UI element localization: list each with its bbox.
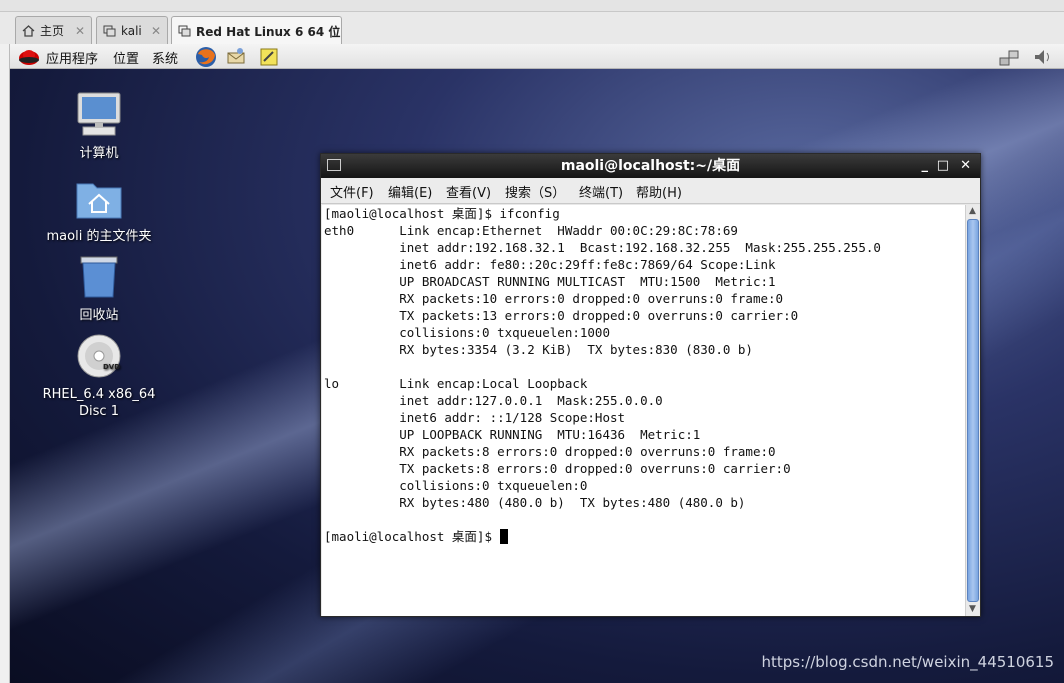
watermark: https://blog.csdn.net/weixin_44510615 <box>761 653 1054 671</box>
menu-places[interactable]: 位置 <box>113 48 139 67</box>
host-tab-bar: 主页 ✕ kali ✕ Red Hat Linux 6 64 位 <box>0 12 1064 45</box>
menu-terminal[interactable]: 终端(T) <box>579 182 623 201</box>
close-icon[interactable]: ✕ <box>75 24 85 38</box>
trash-icon <box>80 256 118 298</box>
desktop-icon-dvd[interactable]: DVD RHEL_6.4 x86_64 Disc 1 <box>39 332 159 420</box>
terminal-title: maoli@localhost:~/桌面 <box>560 158 741 174</box>
home-icon <box>22 24 35 37</box>
text-cursor <box>499 529 508 544</box>
menu-search[interactable]: 搜索（S） <box>505 182 565 201</box>
close-icon[interactable]: ✕ <box>151 24 161 38</box>
terminal-scrollbar[interactable]: ▲ ▼ <box>965 205 979 616</box>
firefox-icon[interactable] <box>195 46 217 68</box>
terminal-prompt: [maoli@localhost 桌面]$ <box>324 529 500 544</box>
terminal-window[interactable]: maoli@localhost:~/桌面 _ □ ✕ 文件(F) 编辑(E) 查… <box>320 153 981 617</box>
dvd-icon: DVD <box>77 334 121 378</box>
maximize-icon[interactable]: □ <box>937 154 949 178</box>
notes-icon[interactable] <box>258 46 280 68</box>
terminal-titlebar[interactable]: maoli@localhost:~/桌面 _ □ ✕ <box>321 154 980 178</box>
desktop-icon-label: 回收站 <box>79 308 119 323</box>
menu-applications[interactable]: 应用程序 <box>46 48 98 67</box>
terminal-output-area[interactable]: [maoli@localhost 桌面]$ ifconfig eth0 Link… <box>322 205 965 616</box>
menu-edit[interactable]: 编辑(E) <box>388 182 432 201</box>
menu-system[interactable]: 系统 <box>152 48 178 67</box>
close-icon[interactable]: ✕ <box>960 154 971 178</box>
tab-label: Red Hat Linux 6 64 位 <box>196 24 341 39</box>
desktop-icon-label: 计算机 <box>79 146 119 161</box>
vm-icon <box>103 25 116 36</box>
desktop-icon-trash[interactable]: 回收站 <box>39 253 159 324</box>
host-toolbar-strip <box>0 0 1064 12</box>
svg-text:DVD: DVD <box>103 363 120 371</box>
mail-icon[interactable] <box>225 46 247 68</box>
minimize-icon[interactable]: _ <box>922 154 929 178</box>
host-sidebar-edge <box>0 44 10 683</box>
volume-icon[interactable] <box>1032 46 1054 68</box>
terminal-output: [maoli@localhost 桌面]$ ifconfig eth0 Link… <box>324 206 881 510</box>
tab-label: 主页 <box>40 24 65 38</box>
menu-file[interactable]: 文件(F) <box>330 182 374 201</box>
computer-icon <box>77 92 121 136</box>
gnome-top-panel: 应用程序 位置 系统 <box>10 44 1064 69</box>
network-icon[interactable] <box>998 46 1020 68</box>
tab-kali[interactable]: kali ✕ <box>96 16 168 44</box>
home-folder-icon <box>76 183 122 219</box>
desktop-icon-computer[interactable]: 计算机 <box>39 91 159 162</box>
menu-view[interactable]: 查看(V) <box>446 182 491 201</box>
scrollbar-thumb[interactable] <box>967 219 979 602</box>
desktop-icon-label: RHEL_6.4 x86_64 Disc 1 <box>42 387 156 419</box>
redhat-logo-icon <box>19 50 39 65</box>
scroll-down-icon[interactable]: ▼ <box>966 603 979 616</box>
tab-home[interactable]: 主页 ✕ <box>15 16 92 44</box>
terminal-app-icon[interactable] <box>327 159 341 171</box>
desktop-icon-label: maoli 的主文件夹 <box>46 229 152 244</box>
desktop-icon-home[interactable]: maoli 的主文件夹 <box>39 174 159 245</box>
vm-icon <box>178 25 191 37</box>
scroll-up-icon[interactable]: ▲ <box>966 205 979 218</box>
tab-label: kali <box>121 23 142 38</box>
tab-red-hat[interactable]: Red Hat Linux 6 64 位 <box>171 16 342 45</box>
menu-help[interactable]: 帮助(H) <box>636 182 682 201</box>
terminal-menubar: 文件(F) 编辑(E) 查看(V) 搜索（S） 终端(T) 帮助(H) <box>321 178 980 204</box>
